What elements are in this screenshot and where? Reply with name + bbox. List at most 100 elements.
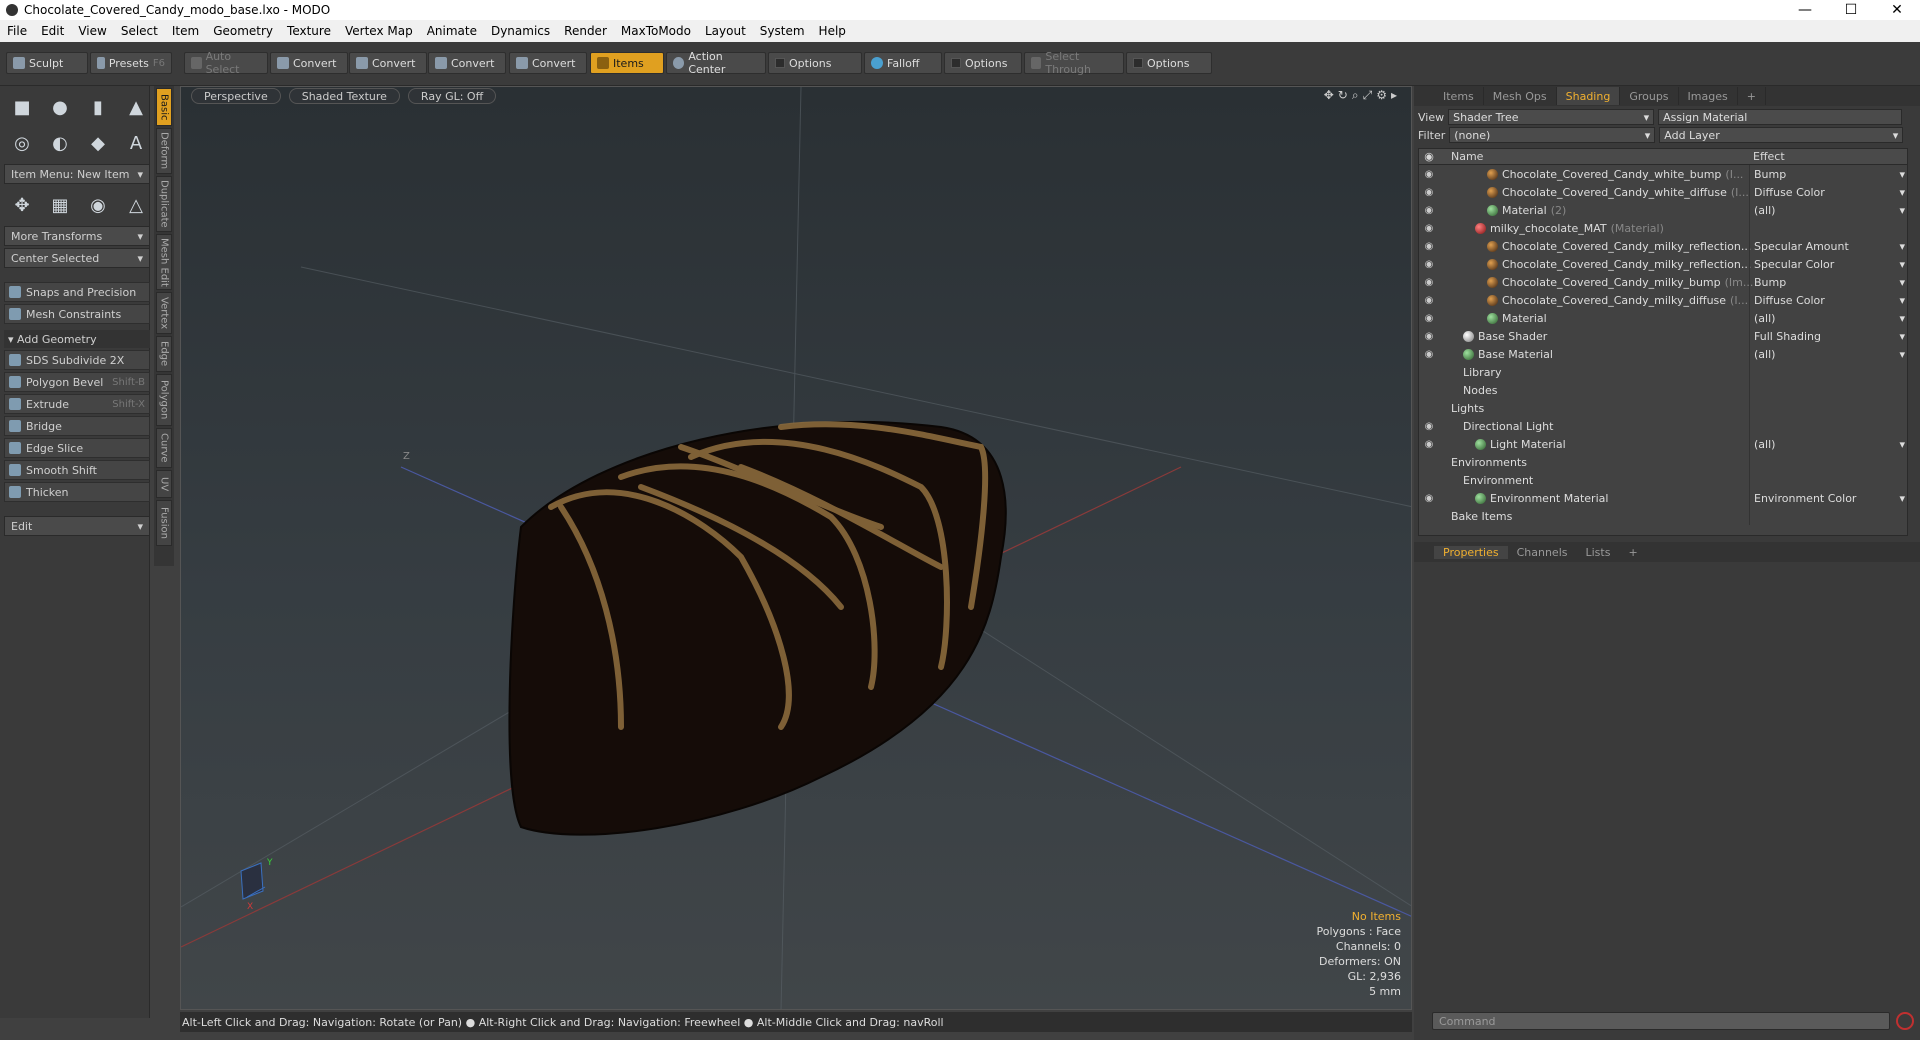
visibility-eye-icon[interactable]: ◉ — [1419, 439, 1439, 450]
torus-icon[interactable]: ◎ — [4, 126, 40, 160]
maximize-button[interactable]: ☐ — [1828, 0, 1874, 20]
shader-tree-row[interactable]: ◉ Base Shader Full Shading ▾ — [1419, 327, 1907, 345]
view-type-button[interactable]: Perspective — [191, 88, 281, 104]
menu-render[interactable]: Render — [557, 24, 614, 38]
pan-icon[interactable]: ✥ — [1324, 88, 1334, 103]
menu-dynamics[interactable]: Dynamics — [484, 24, 557, 38]
cylinder-icon[interactable]: ▮ — [80, 90, 116, 124]
menu-texture[interactable]: Texture — [280, 24, 338, 38]
menu-file[interactable]: File — [0, 24, 34, 38]
visibility-eye-icon[interactable]: ◉ — [1419, 313, 1439, 324]
rotate-icon[interactable]: ↻ — [1338, 88, 1348, 103]
shader-tree-row[interactable]: ◉ Light Material (all) ▾ — [1419, 435, 1907, 453]
tab-deform[interactable]: Deform — [156, 128, 172, 174]
sds-subdivide-button[interactable]: SDS Subdivide 2X — [4, 350, 150, 370]
menu-edit[interactable]: Edit — [34, 24, 71, 38]
visibility-eye-icon[interactable]: ◉ — [1419, 241, 1439, 252]
menu-animate[interactable]: Animate — [420, 24, 484, 38]
row-effect-dropdown[interactable] — [1749, 399, 1907, 417]
shader-tree-row[interactable]: Bake Items — [1419, 507, 1907, 525]
visibility-eye-icon[interactable]: ◉ — [1419, 331, 1439, 342]
auto-select-button[interactable]: Auto Select — [184, 50, 268, 76]
tab-mesh-edit[interactable]: Mesh Edit — [156, 234, 172, 290]
add-tab-button[interactable]: + — [1619, 546, 1646, 559]
cone-icon[interactable]: ▲ — [118, 90, 154, 124]
tab-uv[interactable]: UV — [156, 470, 172, 498]
row-effect-dropdown[interactable]: (all) ▾ — [1749, 345, 1907, 363]
sphere-icon[interactable]: ● — [42, 90, 78, 124]
polygon-bevel-button[interactable]: Polygon Bevel Shift-B — [4, 372, 150, 392]
shader-tree-row[interactable]: ◉ Base Material (all) ▾ — [1419, 345, 1907, 363]
row-effect-dropdown[interactable]: Bump ▾ — [1749, 165, 1907, 183]
view-dropdown[interactable]: Shader Tree ▾ — [1448, 109, 1655, 125]
more-transforms-dropdown[interactable]: More Transforms ▾ — [4, 226, 150, 246]
visibility-eye-icon[interactable]: ◉ — [1419, 169, 1439, 180]
filter-dropdown[interactable]: (none) ▾ — [1449, 127, 1656, 143]
presets-button[interactable]: Presets F6 — [90, 52, 172, 74]
convert-edge-button[interactable]: Convert — [349, 52, 427, 74]
assign-material-button[interactable]: Assign Material — [1658, 109, 1903, 125]
visibility-eye-icon[interactable]: ◉ — [1419, 187, 1439, 198]
add-geometry-section[interactable]: ▾ Add Geometry — [4, 330, 150, 348]
minimize-button[interactable]: — — [1782, 0, 1828, 20]
tab-polygon[interactable]: Polygon — [156, 374, 172, 426]
menu-help[interactable]: Help — [812, 24, 853, 38]
add-layer-dropdown[interactable]: Add Layer ▾ — [1659, 127, 1904, 143]
menu-select[interactable]: Select — [114, 24, 165, 38]
edit-dropdown[interactable]: Edit ▾ — [4, 516, 150, 536]
shader-tree-row[interactable]: ◉ Chocolate_Covered_Candy_white_diffuse (I… — [1419, 183, 1907, 201]
visibility-eye-icon[interactable]: ◉ — [1419, 277, 1439, 288]
options-button-1[interactable]: Options — [768, 52, 862, 74]
row-effect-dropdown[interactable]: (all) ▾ — [1749, 435, 1907, 453]
shader-tree-row[interactable]: ◉ Chocolate_Covered_Candy_milky_bump (Im..… — [1419, 273, 1907, 291]
row-effect-dropdown[interactable] — [1749, 381, 1907, 399]
tab-edge[interactable]: Edge — [156, 336, 172, 372]
capsule-icon[interactable]: ◐ — [42, 126, 78, 160]
shader-tree-row[interactable]: ◉ Directional Light — [1419, 417, 1907, 435]
snaps-precision-button[interactable]: Snaps and Precision — [4, 282, 150, 302]
options-button-3[interactable]: Options — [1126, 52, 1212, 74]
tab-lists[interactable]: Lists — [1577, 546, 1620, 559]
row-effect-dropdown[interactable] — [1749, 453, 1907, 471]
shader-tree-row[interactable]: ◉ Chocolate_Covered_Candy_white_bump (I...… — [1419, 165, 1907, 183]
row-effect-dropdown[interactable] — [1749, 363, 1907, 381]
convert-material-button[interactable]: Convert — [509, 52, 587, 74]
shader-tree-row[interactable]: ◉ Material (2) (all) ▾ — [1419, 201, 1907, 219]
tab-items[interactable]: Items — [1434, 87, 1484, 105]
chevron-right-icon[interactable]: ▸ — [1391, 88, 1397, 103]
menu-view[interactable]: View — [71, 24, 113, 38]
gear-icon[interactable]: ⚙ — [1376, 88, 1387, 103]
tab-basic[interactable]: Basic — [156, 88, 172, 126]
visibility-eye-icon[interactable]: ◉ — [1419, 349, 1439, 360]
transform-icon[interactable]: ✥ — [4, 188, 40, 222]
command-input[interactable]: Command — [1432, 1012, 1890, 1030]
text-icon[interactable]: A — [118, 126, 154, 160]
tab-duplicate[interactable]: Duplicate — [156, 176, 172, 232]
shader-tree-row[interactable]: ◉ milky_chocolate_MAT (Material) — [1419, 219, 1907, 237]
shader-tree-row[interactable]: ◉ Chocolate_Covered_Candy_milky_diffuse (I… — [1419, 291, 1907, 309]
row-effect-dropdown[interactable]: (all) ▾ — [1749, 201, 1907, 219]
visibility-eye-icon[interactable]: ◉ — [1419, 205, 1439, 216]
row-effect-dropdown[interactable] — [1749, 471, 1907, 489]
close-button[interactable]: ✕ — [1874, 0, 1920, 20]
shader-tree-row[interactable]: Environments — [1419, 453, 1907, 471]
tab-properties[interactable]: Properties — [1434, 545, 1508, 559]
tab-fusion[interactable]: Fusion — [156, 500, 172, 546]
shader-tree-row[interactable]: ◉ Chocolate_Covered_Candy_milky_reflectio… — [1419, 255, 1907, 273]
menu-item[interactable]: Item — [165, 24, 206, 38]
row-effect-dropdown[interactable]: Full Shading ▾ — [1749, 327, 1907, 345]
shader-tree-row[interactable]: ◉ Chocolate_Covered_Candy_milky_reflectio… — [1419, 237, 1907, 255]
menu-layout[interactable]: Layout — [698, 24, 753, 38]
grid-icon[interactable]: ▦ — [42, 188, 78, 222]
visibility-eye-icon[interactable]: ◉ — [1419, 493, 1439, 504]
tab-shading[interactable]: Shading — [1556, 87, 1621, 105]
shader-tree-row[interactable]: ◉ Material (all) ▾ — [1419, 309, 1907, 327]
row-effect-dropdown[interactable]: Bump ▾ — [1749, 273, 1907, 291]
mesh-constraints-button[interactable]: Mesh Constraints — [4, 304, 150, 324]
menu-maxtomodo[interactable]: MaxToModo — [614, 24, 698, 38]
globe-icon[interactable]: ◉ — [80, 188, 116, 222]
stop-icon[interactable] — [1896, 1012, 1914, 1030]
cube-icon[interactable]: ■ — [4, 90, 40, 124]
extrude-button[interactable]: Extrude Shift-X — [4, 394, 150, 414]
bridge-button[interactable]: Bridge — [4, 416, 150, 436]
